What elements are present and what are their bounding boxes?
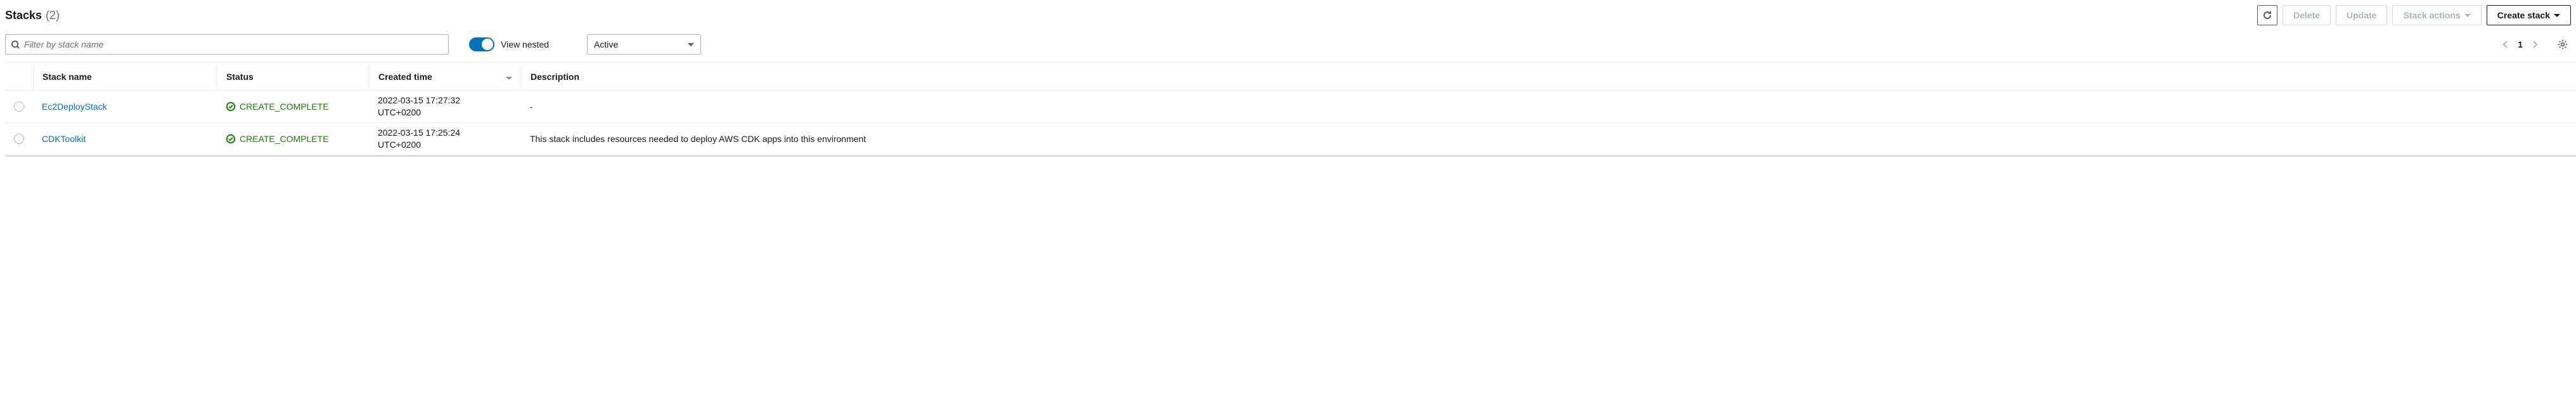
search-input[interactable] [24,39,443,49]
delete-button: Delete [2283,5,2331,25]
gear-icon [2557,39,2568,50]
page-number: 1 [2516,39,2524,49]
column-header-created[interactable]: Created time [369,63,521,90]
refresh-button[interactable] [2257,5,2277,25]
status-text: CREATE_COMPLETE [240,134,329,144]
stack-actions-label: Stack actions [2403,10,2460,20]
created-time-line2: UTC+0200 [378,107,460,119]
caret-down-icon [688,43,694,46]
create-stack-label: Create stack [2497,10,2550,20]
refresh-icon [2262,10,2272,20]
column-header-description[interactable]: Description [521,63,2576,90]
caret-down-icon [2554,14,2560,17]
search-input-wrapper[interactable] [5,34,449,55]
stack-name-link[interactable]: CDKToolkit [42,134,86,144]
description-cell: - [521,101,2576,112]
status-filter-value: Active [594,39,618,49]
view-nested-label: View nested [501,39,549,49]
success-icon [226,101,236,112]
column-header-status[interactable]: Status [217,63,369,90]
stack-name-link[interactable]: Ec2DeployStack [42,101,107,112]
stack-count: (2) [46,9,60,22]
column-header-created-label: Created time [378,72,432,82]
row-radio[interactable] [14,101,24,112]
stack-actions-button: Stack actions [2392,5,2481,25]
view-nested-toggle[interactable] [469,37,494,51]
description-cell: This stack includes resources needed to … [521,134,2576,144]
settings-button[interactable] [2557,39,2568,50]
created-time-line2: UTC+0200 [378,139,460,151]
stacks-table: Stack name Status Created time Descripti… [5,62,2576,157]
status-filter-select[interactable]: Active [587,34,701,55]
table-row[interactable]: CDKToolkit CREATE_COMPLETE 2022-03-15 17… [5,123,2576,155]
update-button: Update [2336,5,2387,25]
create-stack-button[interactable]: Create stack [2487,5,2571,25]
caret-down-icon [2464,14,2471,17]
sort-desc-icon [506,72,512,82]
page-title: Stacks [5,9,42,22]
search-icon [11,40,20,49]
status-text: CREATE_COMPLETE [240,101,329,112]
column-header-name[interactable]: Stack name [33,63,217,90]
table-row[interactable]: Ec2DeployStack CREATE_COMPLETE 2022-03-1… [5,91,2576,123]
page-prev-button [2502,39,2509,50]
created-time-line1: 2022-03-15 17:25:24 [378,127,460,139]
page-next-button [2532,39,2538,50]
created-time-line1: 2022-03-15 17:27:32 [378,94,460,107]
row-radio[interactable] [14,134,24,144]
success-icon [226,134,236,144]
